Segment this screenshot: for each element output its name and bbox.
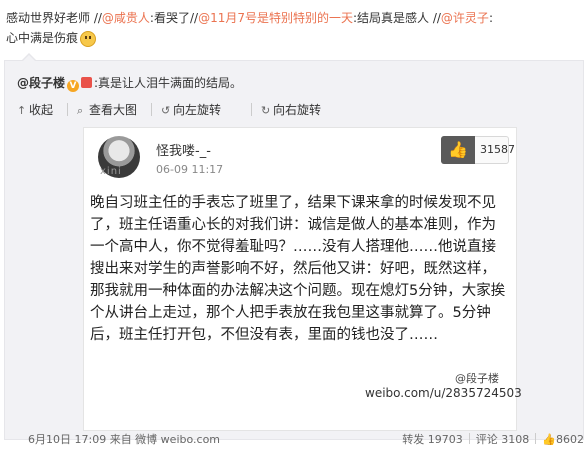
post-text: 感动世界好老师 //@咸贵人:看哭了//@11月7号是特别特别的一天:结局真是感… bbox=[6, 8, 586, 48]
mention-link-3[interactable]: @许灵子 bbox=[441, 11, 489, 25]
avatar-watermark: xini bbox=[100, 166, 122, 177]
rotate-right-label: 向右旋转 bbox=[273, 103, 322, 117]
post-footer: 6月10日 17:09 来自 微博 weibo.com 转发 19703 评论 3… bbox=[28, 431, 584, 447]
image-like-count: 31587 bbox=[480, 143, 515, 156]
retweet-message: :真是让人泪牛满面的结局。 bbox=[94, 76, 243, 90]
zoom-icon: ⌕ bbox=[77, 104, 84, 117]
rotate-left-icon: ↺ bbox=[161, 104, 171, 117]
smiley-emoji-icon bbox=[80, 30, 97, 47]
collapse-label: 收起 bbox=[29, 103, 54, 117]
toolbar-divider bbox=[251, 103, 252, 116]
image-author-name: 怪我喽-_- bbox=[156, 144, 211, 159]
view-large-button[interactable]: ⌕ 查看大图 bbox=[77, 101, 137, 118]
like-count: 8602 bbox=[556, 433, 584, 446]
post-text-part5: 心中满是伤痕 bbox=[6, 31, 79, 45]
verified-badge-icon: V bbox=[67, 80, 80, 92]
post-actions: 转发 19703 评论 3108 👍8602 bbox=[402, 431, 584, 447]
view-large-label: 查看大图 bbox=[89, 103, 138, 117]
thumbs-up-icon: 👍 bbox=[441, 136, 475, 164]
gift-icon bbox=[81, 77, 93, 88]
retweet-card: @段子楼 V:真是让人泪牛满面的结局。 ↑ 收起 ⌕ 查看大图 ↺ 向左旋转 ↻ 向右旋转… bbox=[4, 60, 584, 440]
footer-divider bbox=[468, 433, 470, 444]
retweet-user-link[interactable]: @段子楼 bbox=[17, 76, 65, 90]
image-watermark-user: @段子楼 bbox=[455, 372, 499, 385]
repost-button[interactable]: 转发 19703 bbox=[402, 431, 463, 447]
like-icon: 👍 bbox=[542, 433, 556, 446]
rotate-right-icon: ↻ bbox=[261, 104, 271, 117]
mention-link-1[interactable]: @咸贵人 bbox=[102, 11, 150, 25]
like-button[interactable]: 👍8602 bbox=[542, 433, 584, 446]
rotate-right-button[interactable]: ↻ 向右旋转 bbox=[261, 101, 321, 118]
image-like-badge: 👍 31587 bbox=[441, 136, 515, 164]
image-watermark-url: weibo.com/u/2835724503 bbox=[365, 386, 522, 400]
comment-button[interactable]: 评论 3108 bbox=[476, 431, 530, 447]
card-pointer-inner bbox=[23, 55, 35, 61]
footer-divider bbox=[535, 433, 537, 444]
post-text-part4: : bbox=[488, 11, 493, 25]
rotate-left-button[interactable]: ↺ 向左旋转 bbox=[161, 101, 221, 118]
post-text-part1: 感动世界好老师 // bbox=[6, 11, 102, 25]
post-image[interactable]: xini 怪我喽-_- 06-09 11:17 👍 31587 晚自习班主任的手… bbox=[83, 127, 522, 431]
image-body-text: 晚自习班主任的手表忘了班里了，结果下课来拿的时候发现不见了，班主任语重心长的对我… bbox=[90, 195, 506, 343]
retweet-header: @段子楼 V :真是让人泪牛满面的结局。 bbox=[17, 75, 242, 92]
toolbar-divider bbox=[67, 103, 68, 116]
image-post-time: 06-09 11:17 bbox=[156, 163, 224, 176]
post-text-part2: :看哭了// bbox=[149, 11, 199, 25]
post-timestamp-source[interactable]: 6月10日 17:09 来自 微博 weibo.com bbox=[28, 431, 220, 447]
toolbar-divider bbox=[151, 103, 152, 116]
post-text-part3: :结局真是感人 // bbox=[352, 11, 441, 25]
collapse-button[interactable]: ↑ 收起 bbox=[17, 101, 53, 118]
collapse-icon: ↑ bbox=[17, 104, 27, 117]
rotate-left-label: 向左旋转 bbox=[173, 103, 222, 117]
mention-link-2[interactable]: @11月7号是特别特别的一天 bbox=[198, 11, 353, 25]
